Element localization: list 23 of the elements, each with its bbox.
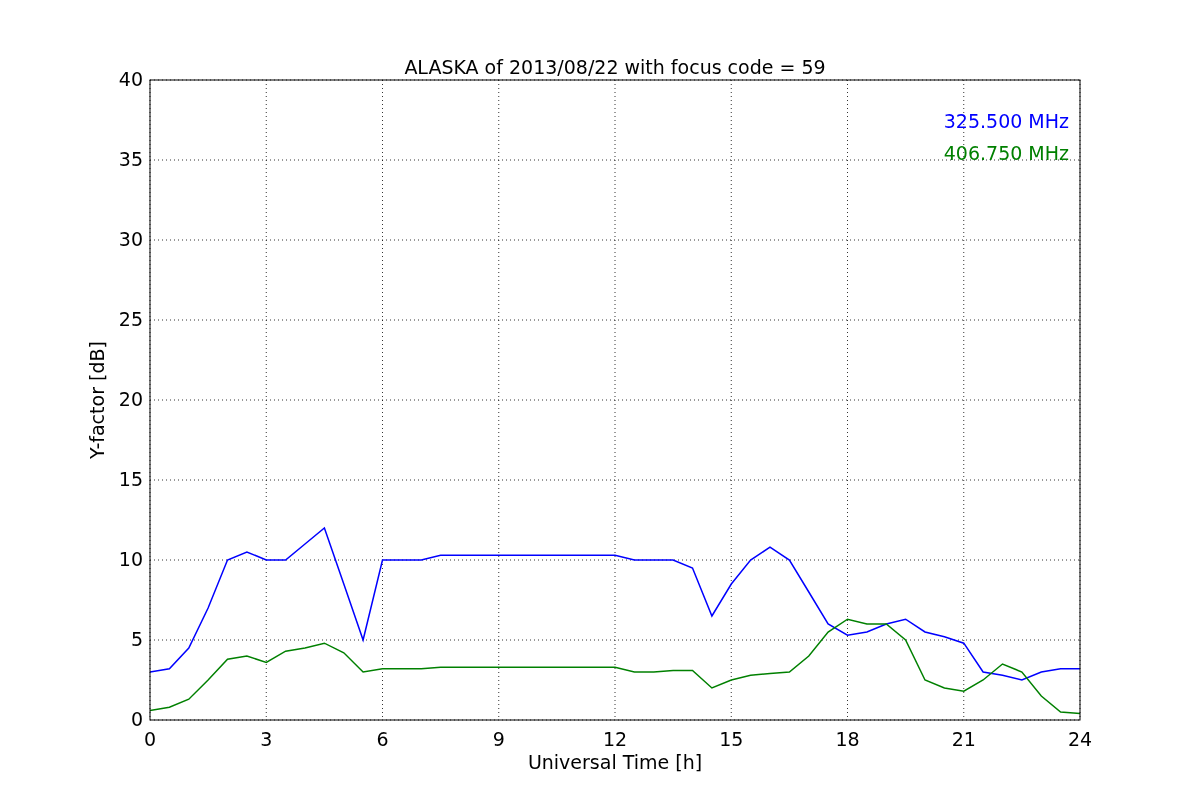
y-tick-label: 10: [118, 548, 143, 570]
x-tick-label: 6: [376, 728, 389, 750]
x-tick-label: 24: [1067, 728, 1093, 750]
x-tick-label: 12: [602, 728, 628, 750]
y-tick-label: 0: [130, 708, 143, 730]
x-axis-label: Universal Time [h]: [527, 751, 703, 773]
y-tick-label: 40: [118, 68, 143, 90]
x-tick-label: 9: [492, 728, 505, 750]
y-axis-label: Y-factor [dB]: [86, 341, 108, 459]
x-tick-label: 15: [719, 728, 744, 750]
y-tick-label: 35: [118, 148, 143, 170]
y-tick-label: 20: [118, 388, 143, 410]
chart-title: ALASKA of 2013/08/22 with focus code = 59: [404, 56, 826, 78]
x-tick-label: 18: [835, 728, 860, 750]
y-tick-label: 25: [118, 308, 143, 330]
x-tick-label: 0: [143, 728, 157, 750]
legend-label: 325.500 MHz: [943, 110, 1069, 132]
x-tick-label: 21: [951, 728, 976, 750]
x-tick-label: 3: [260, 728, 273, 750]
y-tick-label: 30: [118, 228, 143, 250]
y-tick-label: 15: [118, 468, 143, 490]
legend-label: 406.750 MHz: [943, 142, 1069, 164]
y-tick-label: 5: [130, 628, 143, 650]
